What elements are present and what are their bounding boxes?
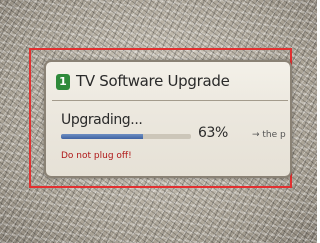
truncated-side-text: → the p bbox=[252, 130, 286, 140]
tv-app-icon: 1 bbox=[56, 74, 70, 90]
upgrade-progress-fill bbox=[61, 134, 143, 139]
do-not-unplug-warning: Do not plug off! bbox=[61, 151, 132, 161]
dialog-title-bar: 1 TV Software Upgrade bbox=[46, 62, 290, 102]
upgrade-progress-bar bbox=[61, 134, 191, 139]
progress-percent-label: 63% bbox=[198, 125, 228, 141]
title-divider bbox=[52, 100, 288, 101]
upgrade-dialog: 1 TV Software Upgrade Upgrading... 63% →… bbox=[44, 60, 292, 178]
upgrade-status-text: Upgrading... bbox=[61, 112, 143, 128]
dialog-title: TV Software Upgrade bbox=[76, 72, 230, 90]
